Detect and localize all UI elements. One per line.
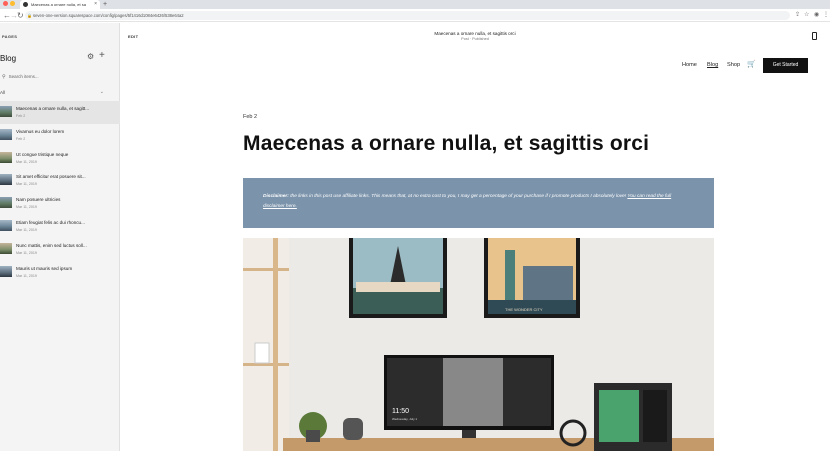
- address-bar: ← → ↻ 🔒 seven-one-version.squarespace.co…: [0, 9, 830, 22]
- chevron-down-icon: ⌄: [99, 89, 104, 95]
- post-title: Etiam feugiat felis ac dui rhoncu...: [16, 219, 85, 225]
- profile-icon[interactable]: ◉: [814, 10, 819, 21]
- post-thumbnail: [0, 219, 12, 231]
- collection-title: Blog: [0, 54, 17, 63]
- menu-dots-icon[interactable]: ⋮: [823, 10, 829, 21]
- mobile-preview-icon[interactable]: [812, 32, 817, 40]
- get-started-button[interactable]: Get Started: [763, 58, 808, 73]
- list-item[interactable]: Etiam feugiat felis ac dui rhoncu... Mar…: [0, 215, 120, 238]
- reload-icon[interactable]: ↻: [17, 10, 24, 21]
- cart-icon[interactable]: 🛒: [747, 60, 756, 68]
- add-post-icon[interactable]: +: [99, 50, 105, 61]
- window-close-button[interactable]: [3, 1, 8, 6]
- url-text: seven-one-version.squarespace.com/config…: [33, 13, 184, 18]
- list-item[interactable]: Vivamus eu dolor lorem Feb 2: [0, 124, 120, 147]
- post-list: Maecenas a ornare nulla, et sagitt... Fe…: [0, 101, 120, 283]
- list-item[interactable]: Ut congue tristique neque Mar 11, 2019: [0, 147, 120, 170]
- browser-tab[interactable]: Maecenas a ornare nulla, et sa ×: [20, 0, 100, 9]
- window-minimize-button[interactable]: [10, 1, 15, 6]
- gear-icon[interactable]: ⚙: [87, 52, 94, 61]
- disclaimer-block: Disclaimer: the links in this post use a…: [243, 178, 714, 228]
- post-date: Mar 11, 2019: [16, 250, 37, 255]
- list-item[interactable]: Nunc mattis, enim sed luctus soll... Mar…: [0, 238, 120, 261]
- post-thumbnail: [0, 242, 12, 254]
- squarespace-favicon-icon: [23, 2, 28, 7]
- post-date: Mar 11, 2019: [16, 227, 37, 232]
- post-title: Maecenas a ornare nulla, et sagitt...: [16, 106, 90, 111]
- post-date: Feb 2: [243, 114, 258, 120]
- post-featured-image: THE WONDER CITY 11:50 Wednesday, July 1: [243, 238, 714, 451]
- post-thumbnail: [0, 174, 12, 186]
- right-poster-caption: THE WONDER CITY: [505, 307, 543, 312]
- post-title: Mauris ut mauris sed ipsum: [16, 265, 73, 271]
- lock-icon: 🔒: [27, 13, 32, 18]
- new-tab-icon[interactable]: +: [103, 0, 107, 9]
- post-title: Nunc mattis, enim sed luctus soll...: [16, 242, 87, 248]
- nav-blog-link[interactable]: Blog: [707, 62, 718, 68]
- post-title: Sit amet efficitur erat posuere sit...: [16, 174, 86, 180]
- disclaimer-label: Disclaimer:: [263, 194, 289, 199]
- list-item[interactable]: Maecenas a ornare nulla, et sagitt... Fe…: [0, 101, 120, 124]
- post-thumbnail: [0, 265, 12, 277]
- search-icon: ⚲: [2, 74, 6, 80]
- tab-title: Maecenas a ornare nulla, et sa: [31, 2, 86, 7]
- list-item[interactable]: Mauris ut mauris sed ipsum Mar 11, 2019: [0, 261, 120, 284]
- post-thumbnail: [0, 197, 12, 209]
- desk-setup-illustration: THE WONDER CITY 11:50 Wednesday, July 1: [243, 238, 714, 451]
- post-date: Feb 2: [16, 136, 26, 141]
- search-placeholder: Search items...: [8, 74, 39, 79]
- share-icon[interactable]: ⇪: [795, 10, 800, 21]
- tab-close-icon[interactable]: ×: [94, 0, 97, 9]
- list-item[interactable]: Nam posuere ultricies Mar 11, 2019: [0, 192, 120, 215]
- bookmark-star-icon[interactable]: ☆: [804, 10, 809, 21]
- pages-sidebar: PAGES Blog ⚙ + ⚲ Search items... All ⌄ Ma…: [0, 23, 120, 451]
- page-name: Maecenas a ornare nulla, et sagittis orc…: [434, 31, 516, 36]
- pages-section-label: PAGES: [2, 34, 18, 39]
- post-heading: Maecenas a ornare nulla, et sagittis orc…: [243, 132, 650, 155]
- post-title: Nam posuere ultricies: [16, 197, 61, 203]
- filter-label: All: [0, 90, 6, 95]
- page-status: Post · Published: [461, 37, 489, 41]
- post-date: Mar 11, 2019: [16, 159, 37, 164]
- post-date: Mar 11, 2019: [16, 182, 37, 187]
- nav-shop-link[interactable]: Shop: [727, 62, 740, 68]
- post-date: Mar 11, 2019: [16, 273, 37, 278]
- search-input[interactable]: ⚲ Search items...: [2, 74, 39, 80]
- url-input[interactable]: 🔒 seven-one-version.squarespace.com/conf…: [25, 11, 790, 20]
- filter-dropdown[interactable]: All ⌄: [0, 89, 110, 95]
- disclaimer-text: the links in this post use affiliate lin…: [288, 194, 627, 199]
- post-title: Vivamus eu dolor lorem: [16, 128, 65, 134]
- list-item[interactable]: Sit amet efficitur erat posuere sit... M…: [0, 169, 120, 192]
- post-thumbnail: [0, 106, 12, 117]
- site-editor: EDIT Maecenas a ornare nulla, et sagitti…: [120, 23, 830, 451]
- monitor-date: Wednesday, July 1: [392, 417, 417, 421]
- post-title: Ut congue tristique neque: [16, 151, 69, 157]
- monitor-time: 11:50: [392, 408, 409, 415]
- post-date: Mar 11, 2019: [16, 205, 37, 210]
- browser-tab-bar: Maecenas a ornare nulla, et sa × +: [0, 0, 830, 9]
- nav-home-link[interactable]: Home: [682, 62, 697, 68]
- post-thumbnail: [0, 151, 12, 163]
- post-date: Feb 2: [16, 114, 26, 118]
- post-thumbnail: [0, 128, 12, 140]
